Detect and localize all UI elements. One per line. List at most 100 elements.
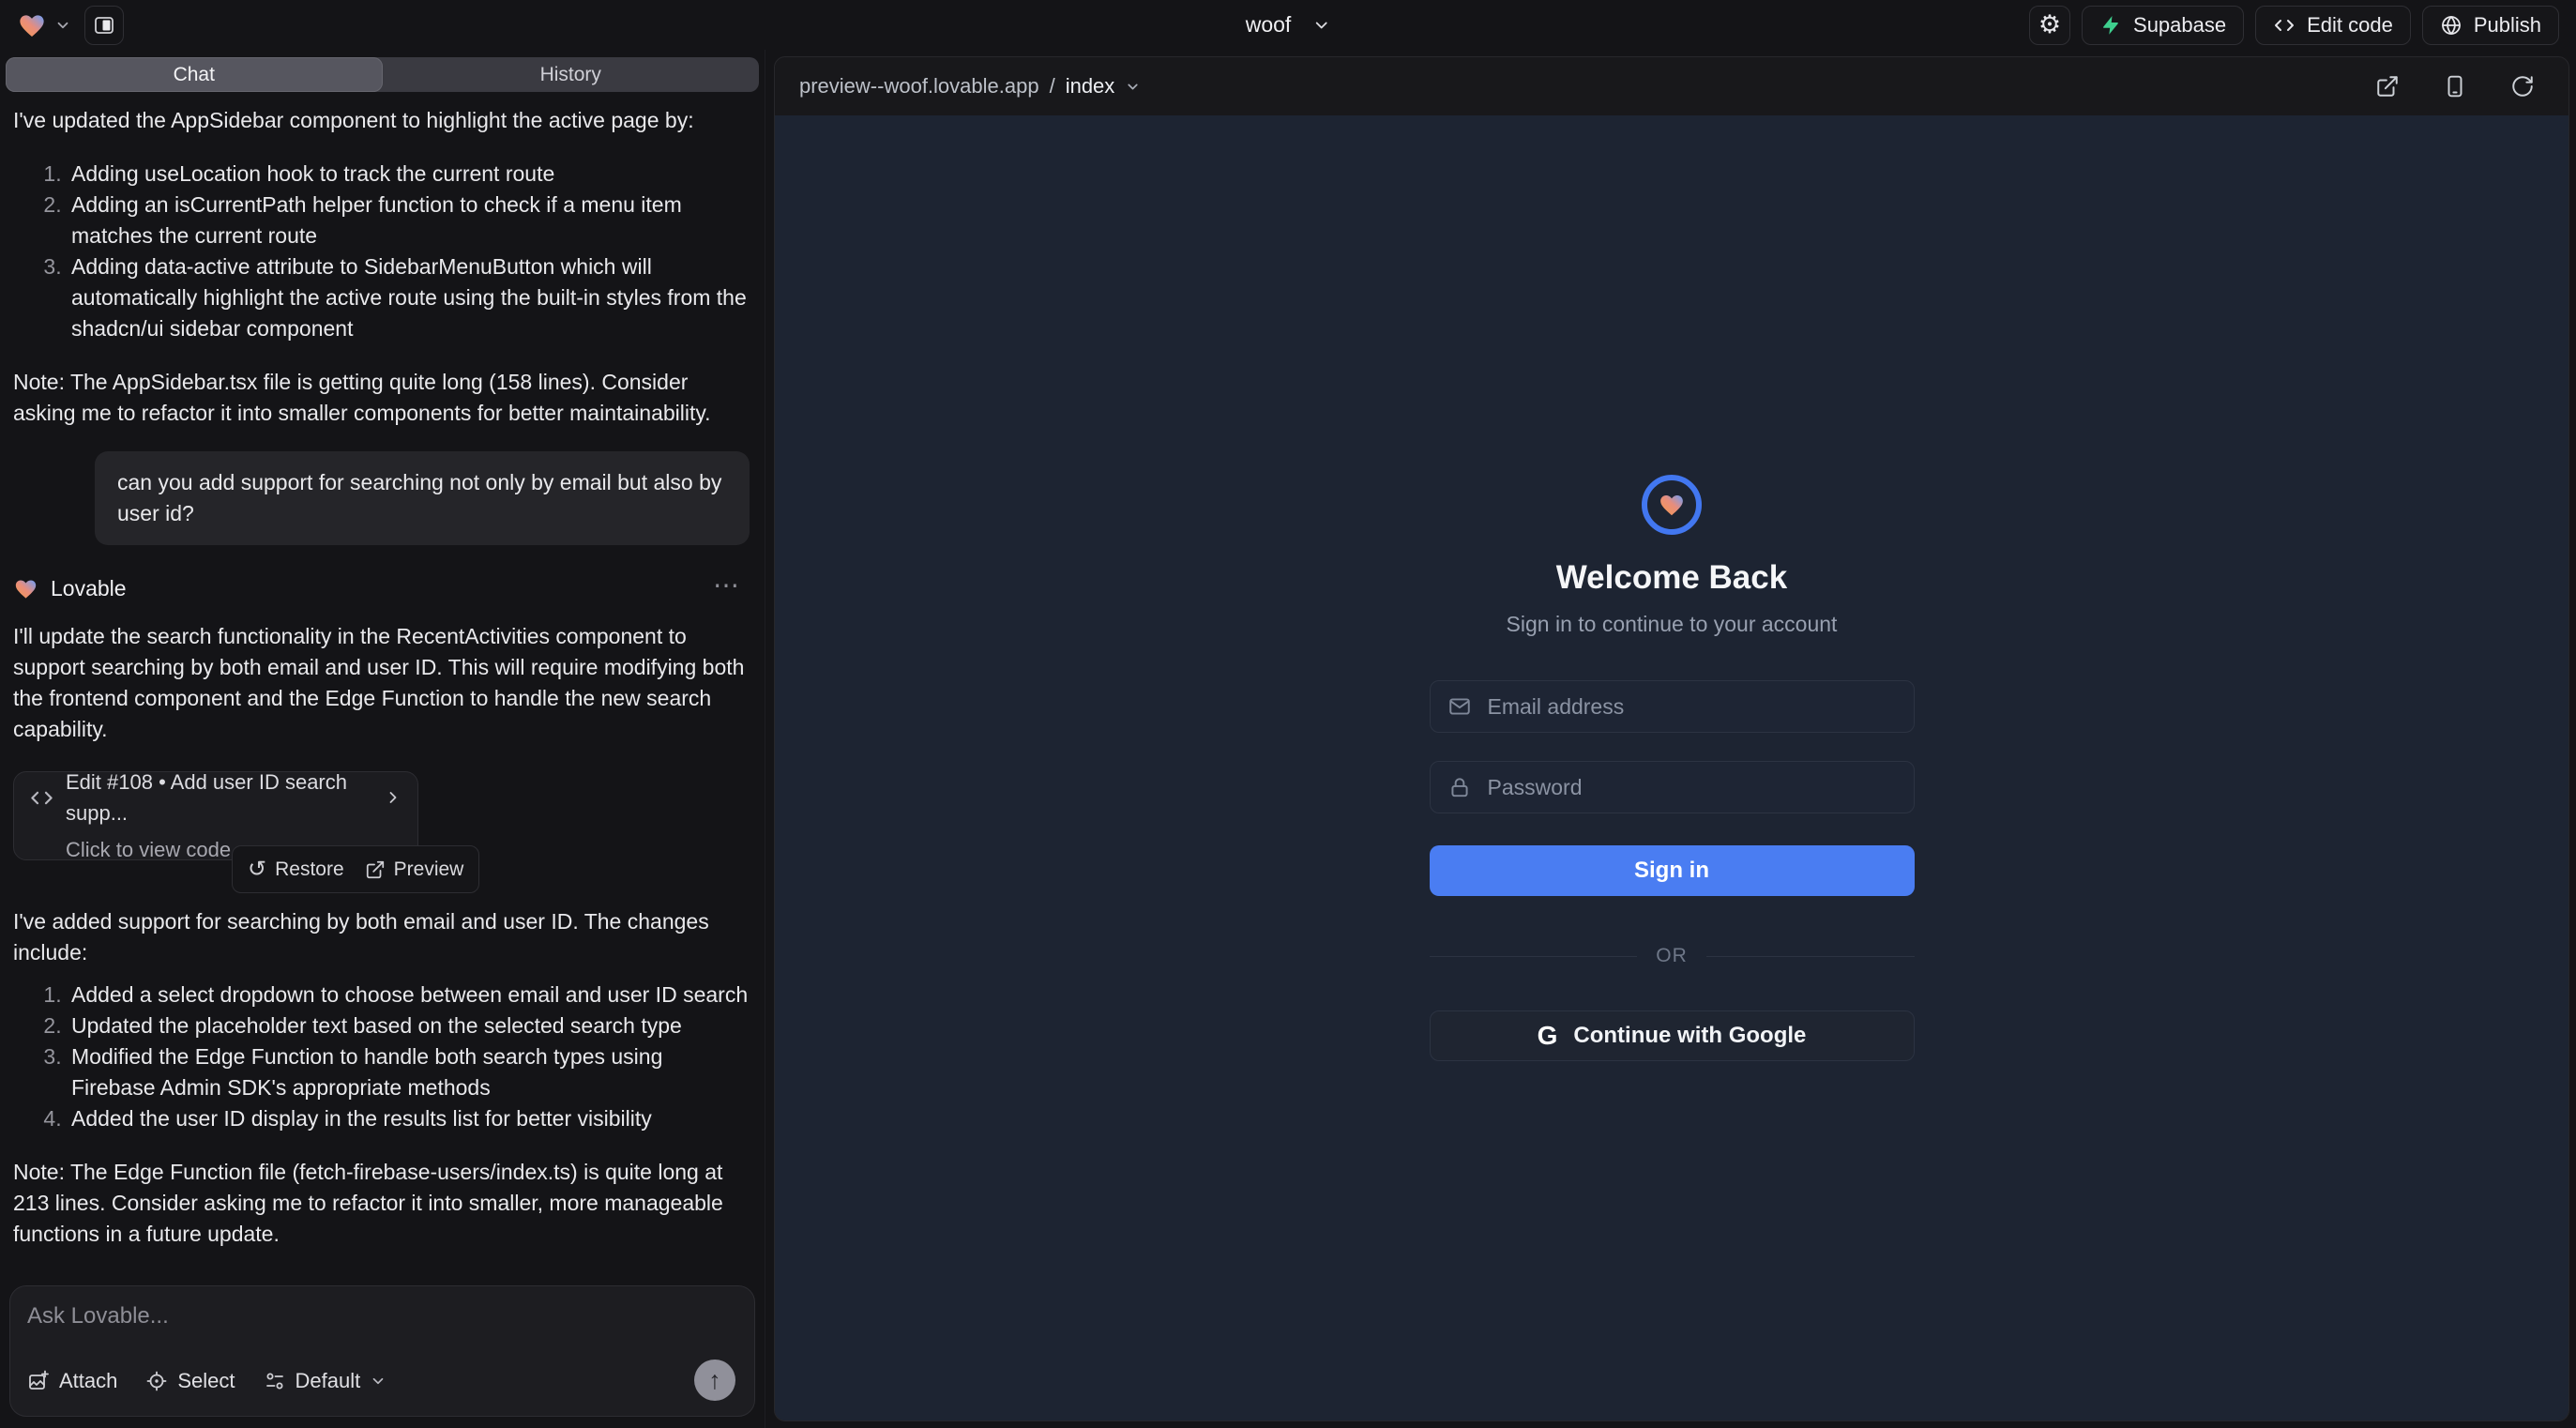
app-logo — [1642, 475, 1702, 535]
preview-button[interactable]: Preview — [357, 851, 472, 888]
refresh-button[interactable] — [2510, 74, 2535, 99]
email-field-wrapper — [1430, 680, 1915, 733]
publish-label: Publish — [2474, 13, 2541, 38]
select-button[interactable]: Select — [145, 1369, 235, 1393]
or-divider: OR — [1430, 945, 1915, 967]
select-label: Select — [177, 1369, 235, 1393]
edit-code-button[interactable]: Edit code — [2255, 6, 2411, 45]
image-plus-icon — [27, 1370, 50, 1392]
preview-toolbar: preview--woof.lovable.app / index — [775, 57, 2568, 115]
list-item: Added a select dropdown to choose betwee… — [68, 980, 750, 1010]
publish-button[interactable]: Publish — [2422, 6, 2559, 45]
edit-card-title: Edit #108 • Add user ID search supp... — [66, 767, 372, 828]
message-more-icon[interactable]: ⋯ — [713, 570, 742, 600]
mode-dropdown[interactable]: Default — [264, 1369, 387, 1393]
composer-actions: Attach Select — [27, 1360, 737, 1403]
tab-chat[interactable]: Chat — [6, 57, 383, 92]
gear-icon: ⚙ — [2038, 12, 2061, 38]
lovable-heart-icon — [17, 10, 47, 40]
preview-page: index — [1066, 74, 1115, 99]
envelope-icon — [1447, 694, 1472, 719]
lock-icon — [1447, 775, 1472, 799]
preview-url-dropdown[interactable]: preview--woof.lovable.app / index — [799, 74, 1141, 99]
or-label: OR — [1656, 945, 1688, 967]
edit-card-group: Edit #108 • Add user ID search supp... C… — [13, 771, 750, 886]
assistant-message-intro: I've updated the AppSidebar component to… — [13, 105, 750, 136]
project-name: woof — [1246, 12, 1292, 38]
send-button[interactable]: ↑ — [694, 1360, 735, 1401]
google-signin-label: Continue with Google — [1573, 1023, 1806, 1049]
google-g-icon: G — [1538, 1023, 1558, 1049]
sidebar-toggle-button[interactable] — [84, 6, 124, 45]
list-item: Adding an isCurrentPath helper function … — [68, 190, 750, 251]
login-title: Welcome Back — [1556, 559, 1787, 597]
attach-label: Attach — [59, 1369, 117, 1393]
password-field[interactable] — [1486, 774, 1897, 801]
supabase-button[interactable]: Supabase — [2082, 6, 2244, 45]
assistant-outro: You can now search for users by either t… — [13, 1272, 750, 1274]
lovable-logo-menu[interactable] — [17, 10, 71, 40]
heart-icon — [1658, 491, 1686, 519]
change-list-1: Adding useLocation hook to track the cur… — [13, 159, 750, 344]
email-field[interactable] — [1486, 693, 1897, 721]
restore-button[interactable]: ↺ Restore — [240, 851, 352, 888]
sign-in-button[interactable]: Sign in — [1430, 845, 1915, 896]
password-field-wrapper — [1430, 761, 1915, 813]
topbar: woof ⚙ Supabase Edit code — [0, 0, 2576, 50]
change-list-2: Added a select dropdown to choose betwee… — [13, 980, 750, 1134]
edit-code-label: Edit code — [2307, 13, 2393, 38]
assistant-header: Lovable ⋯ — [13, 573, 750, 604]
chevron-right-icon — [384, 788, 402, 807]
chat-panel: Chat History I've updated the AppSidebar… — [0, 50, 765, 1428]
main-layout: Chat History I've updated the AppSidebar… — [0, 50, 2576, 1428]
sliders-icon — [264, 1370, 286, 1392]
chat-message-list[interactable]: I've updated the AppSidebar component to… — [0, 92, 765, 1274]
assistant-note-2: Note: The Edge Function file (fetch-fire… — [13, 1157, 750, 1250]
preview-label: Preview — [394, 854, 464, 885]
preview-url: preview--woof.lovable.app — [799, 74, 1039, 99]
supabase-label: Supabase — [2133, 13, 2226, 38]
list-item: Updated the placeholder text based on th… — [68, 1010, 750, 1041]
url-separator: / — [1050, 74, 1055, 99]
assistant-note: Note: The AppSidebar.tsx file is getting… — [13, 367, 750, 429]
external-link-icon — [365, 859, 386, 880]
globe-icon — [2440, 14, 2462, 37]
settings-button[interactable]: ⚙ — [2029, 6, 2070, 45]
mode-label: Default — [295, 1369, 361, 1393]
preview-viewport: Welcome Back Sign in to continue to your… — [775, 115, 2568, 1420]
chevron-down-icon — [54, 17, 71, 34]
assistant-name: Lovable — [51, 573, 127, 604]
chat-history-tabs: Chat History — [6, 57, 759, 92]
mobile-view-button[interactable] — [2443, 74, 2467, 99]
tab-history[interactable]: History — [383, 57, 760, 92]
restore-icon: ↺ — [248, 858, 266, 881]
lovable-app-window: woof ⚙ Supabase Edit code — [0, 0, 2576, 1428]
preview-toolbar-icons — [2375, 74, 2535, 99]
supabase-bolt-icon — [2099, 14, 2122, 37]
preview-window: preview--woof.lovable.app / index — [774, 56, 2569, 1421]
login-card: Welcome Back Sign in to continue to your… — [1430, 475, 1915, 1061]
open-in-new-tab-button[interactable] — [2375, 74, 2400, 99]
assistant-message-intro-2: I'll update the search functionality in … — [13, 621, 750, 745]
google-signin-button[interactable]: G Continue with Google — [1430, 1010, 1915, 1061]
lovable-heart-icon — [13, 576, 38, 601]
login-subtitle: Sign in to continue to your account — [1507, 612, 1838, 637]
topbar-actions: ⚙ Supabase Edit code Pu — [2029, 6, 2559, 45]
topbar-left — [17, 6, 124, 45]
user-message-row: can you add support for searching not on… — [13, 451, 750, 545]
attach-button[interactable]: Attach — [27, 1369, 117, 1393]
arrow-up-icon: ↑ — [708, 1368, 721, 1393]
composer: Ask Lovable... Attach — [9, 1285, 755, 1417]
target-icon — [145, 1370, 168, 1392]
list-item: Adding data-active attribute to SidebarM… — [68, 251, 750, 344]
chevron-down-icon — [1311, 16, 1330, 35]
user-message-bubble: can you add support for searching not on… — [95, 451, 750, 545]
preview-area: preview--woof.lovable.app / index — [765, 50, 2576, 1428]
chevron-down-icon — [1125, 79, 1141, 95]
chevron-down-icon — [370, 1373, 386, 1390]
panel-left-icon — [93, 14, 115, 37]
chat-input[interactable]: Ask Lovable... — [27, 1303, 737, 1333]
restore-preview-bar: ↺ Restore Preview — [232, 845, 479, 893]
assistant-summary: I've added support for searching by both… — [13, 906, 750, 968]
project-switcher[interactable]: woof — [1246, 0, 1331, 50]
